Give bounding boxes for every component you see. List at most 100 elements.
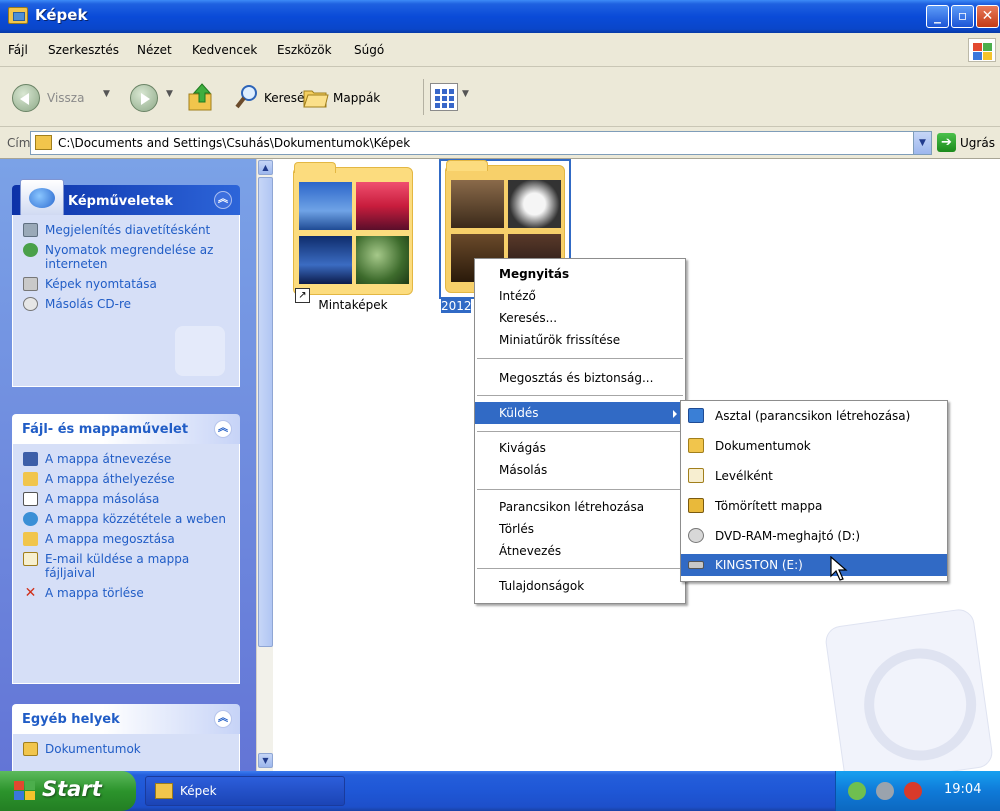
menu-view[interactable]: Nézet [137,43,172,57]
forward-dropdown-icon[interactable]: ▼ [166,89,173,99]
task-rename-folder[interactable]: A mappa átnevezése [23,452,231,466]
task-label: A mappa átnevezése [45,452,172,466]
task-move-folder[interactable]: A mappa áthelyezése [23,472,231,486]
menu-item-explore[interactable]: Intéző [475,285,685,307]
task-label: Nyomatok megrendelése az interneten [45,243,214,271]
menu-tools[interactable]: Eszközök [277,43,332,57]
documents-folder-icon [688,438,704,453]
forward-arrow-icon[interactable] [130,84,158,112]
folder-up-icon[interactable] [188,82,214,112]
menu-item-sharing-security[interactable]: Megosztás és biztonság... [475,367,685,389]
folder-window-icon [8,7,28,24]
submenu-label: KINGSTON (E:) [715,558,803,572]
network-icon[interactable] [848,782,866,800]
task-share-folder[interactable]: A mappa megosztása [23,532,231,546]
photo-thumbnail [299,182,352,230]
menu-item-create-shortcut[interactable]: Parancsikon létrehozása [475,496,685,518]
send-to-documents[interactable]: Dokumentumok [681,435,947,457]
back-dropdown-icon[interactable]: ▼ [103,89,110,99]
folder-label-selected[interactable]: 2012 [441,299,472,313]
task-label: A mappa törlése [45,586,144,600]
folders-button[interactable]: Mappák [333,91,380,105]
minimize-button[interactable]: _ [926,5,949,28]
menu-item-delete[interactable]: Törlés [475,518,685,540]
search-icon[interactable] [235,84,259,110]
menu-item-send-to[interactable]: Küldés [475,402,685,424]
menu-item-open[interactable]: Megnyitás [475,263,685,285]
task-order-prints[interactable]: Nyomatok megrendelése az interneten [23,243,231,271]
scroll-thumb[interactable] [258,177,273,647]
collapse-chevron-icon[interactable]: ︽ [214,710,232,728]
clock: 19:04 [944,782,982,797]
context-menu: Megnyitás Intéző Keresés... Miniatűrök f… [474,258,686,604]
task-slideshow[interactable]: Megjelenítés diavetítésként [23,223,231,237]
collapse-chevron-icon[interactable]: ︽ [214,191,232,209]
task-label: A mappa másolása [45,492,160,506]
taskbar-window-button[interactable]: Képek [145,776,345,806]
menu-item-refresh-thumbnails[interactable]: Miniatűrök frissítése [475,329,685,351]
windows-flag-icon [14,781,36,801]
go-arrow-icon[interactable]: ➔ [937,133,956,152]
volume-icon[interactable] [876,782,894,800]
folder-icon [35,135,52,150]
folder-item-mintakepek[interactable]: ↗ [293,162,413,303]
menu-help[interactable]: Súgó [354,43,384,57]
task-email-files[interactable]: E-mail küldése a mappa fájljaival [23,552,231,580]
menu-edit[interactable]: Szerkesztés [48,43,119,57]
task-print-pictures[interactable]: Képek nyomtatása [23,277,231,291]
email-icon [23,552,38,566]
menu-favorites[interactable]: Kedvencek [192,43,257,57]
task-copy-to-cd[interactable]: Másolás CD-re [23,297,231,311]
send-to-compressed[interactable]: Tömörített mappa [681,495,947,517]
file-tasks-panel: Fájl- és mappaművelet ︽ A mappa átnevezé… [12,414,240,684]
photo-thumbnail [356,236,409,284]
task-copy-folder[interactable]: A mappa másolása [23,492,231,506]
other-places-header[interactable]: Egyéb helyek ︽ [12,704,240,734]
task-label: A mappa áthelyezése [45,472,175,486]
address-dropdown-icon[interactable]: ▼ [913,132,931,154]
menu-separator [477,431,683,432]
share-folder-icon [23,532,38,546]
submenu-label: Levélként [715,469,773,483]
back-button[interactable]: Vissza [47,91,84,105]
send-to-mail[interactable]: Levélként [681,465,947,487]
file-tasks-header[interactable]: Fájl- és mappaművelet ︽ [12,414,240,444]
window-title: Képek [35,6,88,24]
menu-file[interactable]: Fájl [8,43,28,57]
back-arrow-icon[interactable] [12,84,40,112]
folders-icon[interactable] [302,85,330,109]
picture-tasks-header[interactable]: Képműveletek ︽ [12,179,240,217]
send-to-desktop[interactable]: Asztal (parancsikon létrehozása) [681,405,947,427]
go-button[interactable]: Ugrás [960,136,995,150]
cd-icon [23,297,38,311]
menu-item-cut[interactable]: Kivágás [475,437,685,459]
menu-item-rename[interactable]: Átnevezés [475,540,685,562]
menu-item-properties[interactable]: Tulajdonságok [475,575,685,597]
file-tasks-title: Fájl- és mappaművelet [22,422,189,437]
menu-item-copy[interactable]: Másolás [475,459,685,481]
send-to-kingston[interactable]: KINGSTON (E:) [681,554,947,576]
address-label: Cím [7,136,31,150]
close-button[interactable]: ✕ [976,5,999,28]
address-field[interactable]: C:\Documents and Settings\Csuhás\Dokumen… [30,131,932,155]
address-path[interactable]: C:\Documents and Settings\Csuhás\Dokumen… [58,136,410,150]
collapse-chevron-icon[interactable]: ︽ [214,420,232,438]
send-to-dvd[interactable]: DVD-RAM-meghajtó (D:) [681,525,947,547]
place-documents[interactable]: Dokumentumok [23,742,231,756]
picture-tasks-title: Képműveletek [68,194,174,209]
task-label: Képek nyomtatása [45,277,157,291]
submenu-label: Tömörített mappa [715,499,823,513]
maximize-button[interactable]: ▫ [951,5,974,28]
task-publish-folder[interactable]: A mappa közzététele a weben [23,512,231,526]
start-button[interactable]: Start [0,771,136,811]
folder-label[interactable]: Mintaképek [293,298,413,312]
scroll-down-icon[interactable]: ▼ [258,753,273,768]
views-dropdown-icon[interactable]: ▼ [462,89,469,99]
menu-item-search[interactable]: Keresés... [475,307,685,329]
task-delete-folder[interactable]: ✕ A mappa törlése [23,586,231,600]
scroll-up-icon[interactable]: ▲ [258,160,273,175]
task-pane-scrollbar[interactable]: ▲ ▼ [256,159,273,771]
views-icon[interactable] [430,83,458,111]
security-alert-icon[interactable] [904,782,922,800]
task-label: Másolás CD-re [45,297,132,311]
